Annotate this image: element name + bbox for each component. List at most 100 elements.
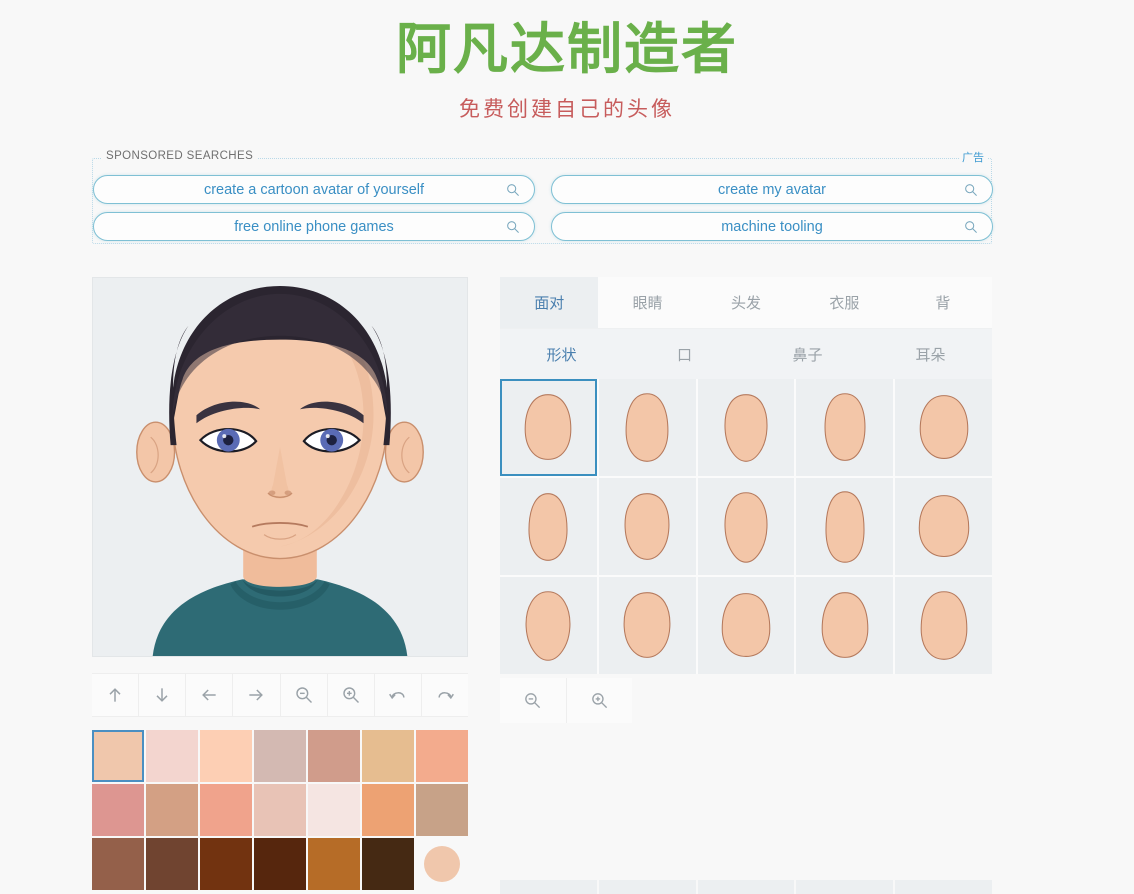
thumbnail-partial[interactable] — [796, 880, 894, 894]
thumbnail-partial[interactable] — [697, 880, 795, 894]
avatar-illustration — [93, 278, 467, 656]
undo-icon — [388, 692, 405, 700]
search-icon — [506, 183, 520, 197]
page-title: 阿凡达制造者 — [395, 18, 738, 80]
zoom-in-icon — [342, 687, 359, 704]
face-shape-thumbnail[interactable] — [697, 379, 795, 476]
zoom-out-icon — [295, 687, 312, 704]
color-swatch[interactable] — [362, 838, 414, 890]
zoom-out-icon — [525, 693, 541, 709]
search-icon — [964, 220, 978, 234]
face-shape-thumbnail[interactable] — [500, 478, 597, 575]
tab-hair[interactable]: 头发 — [697, 277, 795, 328]
arrow-up-icon — [109, 688, 121, 702]
subtab-shape[interactable]: 形状 — [500, 329, 623, 379]
face-shape-thumbnail[interactable] — [500, 379, 597, 476]
arrow-right-icon — [249, 689, 264, 701]
color-swatch[interactable] — [92, 784, 144, 836]
color-swatch[interactable] — [146, 838, 198, 890]
thumbnail-partial[interactable] — [500, 880, 597, 894]
subtab-nose[interactable]: 鼻子 — [746, 329, 869, 379]
color-swatch[interactable] — [308, 730, 360, 782]
color-swatch[interactable] — [146, 730, 198, 782]
thumbnail-partial[interactable] — [895, 880, 992, 894]
grid-zoom-out-button[interactable] — [500, 678, 567, 723]
current-color-indicator — [424, 846, 460, 882]
page-subtitle: 免费创建自己的头像 — [459, 98, 675, 122]
grid-zoom-in-button[interactable] — [567, 678, 633, 723]
move-down-button[interactable] — [139, 674, 187, 716]
avatar-preview[interactable] — [92, 277, 468, 657]
search-icon — [506, 220, 520, 234]
color-swatch[interactable] — [416, 784, 468, 836]
search-icon — [964, 183, 978, 197]
color-swatch[interactable] — [254, 784, 306, 836]
zoom-in-button[interactable] — [328, 674, 375, 716]
grid-zoom-toolbar — [500, 678, 632, 723]
color-swatch[interactable] — [308, 838, 360, 890]
sponsored-links-grid: create a cartoon avatar of yourself crea… — [93, 175, 993, 241]
color-swatch[interactable] — [92, 730, 144, 782]
color-swatch[interactable] — [254, 730, 306, 782]
sponsored-link-3-label: free online phone games — [234, 218, 394, 235]
color-swatch[interactable] — [146, 784, 198, 836]
zoom-out-button[interactable] — [281, 674, 328, 716]
color-swatch[interactable] — [200, 838, 252, 890]
face-shape-thumbnail[interactable] — [598, 478, 696, 575]
color-swatch[interactable] — [92, 838, 144, 890]
face-shape-thumbnail[interactable] — [895, 379, 992, 476]
sponsored-link-2[interactable]: create my avatar — [551, 175, 993, 204]
tab-eyes[interactable]: 眼睛 — [598, 277, 696, 328]
sponsored-link-2-label: create my avatar — [718, 181, 826, 198]
shape-thumbnail-grid — [500, 379, 992, 674]
face-shape-thumbnail[interactable] — [796, 577, 894, 674]
face-shape-thumbnail[interactable] — [796, 478, 894, 575]
face-shape-thumbnail[interactable] — [598, 577, 696, 674]
options-panel: 面对 眼睛 头发 衣服 背 形状 口 鼻子 耳朵 — [500, 277, 992, 723]
sponsored-label: SPONSORED SEARCHES — [101, 150, 259, 162]
thumbnail-partial[interactable] — [598, 880, 696, 894]
face-shape-thumbnail[interactable] — [697, 577, 795, 674]
color-swatch[interactable] — [362, 730, 414, 782]
color-swatch[interactable] — [308, 784, 360, 836]
ad-disclosure-label: 广告 — [959, 149, 987, 165]
arrow-down-icon — [156, 688, 168, 702]
move-right-button[interactable] — [233, 674, 281, 716]
sponsored-link-4-label: machine tooling — [721, 218, 823, 235]
undo-button[interactable] — [375, 674, 422, 716]
redo-icon — [438, 692, 454, 700]
sponsored-link-4[interactable]: machine tooling — [551, 212, 993, 241]
category-tabs: 面对 眼睛 头发 衣服 背 — [500, 277, 992, 329]
page-header: 阿凡达制造者 免费创建自己的头像 — [0, 0, 1134, 123]
color-swatch[interactable] — [416, 730, 468, 782]
sponsored-link-1-label: create a cartoon avatar of yourself — [203, 181, 425, 198]
skin-color-palette — [92, 730, 468, 890]
move-up-button[interactable] — [92, 674, 140, 716]
thumbnail-grid-next-row — [500, 880, 992, 894]
sponsored-link-1[interactable]: create a cartoon avatar of yourself — [93, 175, 535, 204]
sponsored-link-3[interactable]: free online phone games — [93, 212, 535, 241]
avatar-maker-page: 阿凡达制造者 免费创建自己的头像 SPONSORED SEARCHES 广告 c… — [0, 0, 1134, 894]
color-swatch[interactable] — [254, 838, 306, 890]
subcategory-tabs: 形状 口 鼻子 耳朵 — [500, 329, 992, 379]
tab-face[interactable]: 面对 — [500, 277, 599, 328]
move-left-button[interactable] — [186, 674, 234, 716]
arrow-left-icon — [202, 689, 216, 701]
avatar-toolbar — [92, 673, 468, 717]
tab-background[interactable]: 背 — [894, 277, 992, 328]
face-shape-thumbnail[interactable] — [895, 577, 992, 674]
face-shape-thumbnail[interactable] — [895, 478, 992, 575]
redo-button[interactable] — [422, 674, 468, 716]
color-swatch[interactable] — [200, 784, 252, 836]
color-swatch[interactable] — [200, 730, 252, 782]
zoom-in-icon — [591, 693, 607, 709]
subtab-ears[interactable]: 耳朵 — [869, 329, 992, 379]
face-shape-thumbnail[interactable] — [697, 478, 795, 575]
face-shape-thumbnail[interactable] — [796, 379, 894, 476]
sponsored-searches-block: SPONSORED SEARCHES 广告 create a cartoon a… — [92, 149, 993, 244]
color-swatch[interactable] — [362, 784, 414, 836]
subtab-mouth[interactable]: 口 — [623, 329, 746, 379]
face-shape-thumbnail[interactable] — [500, 577, 597, 674]
tab-clothes[interactable]: 衣服 — [795, 277, 893, 328]
face-shape-thumbnail[interactable] — [598, 379, 696, 476]
